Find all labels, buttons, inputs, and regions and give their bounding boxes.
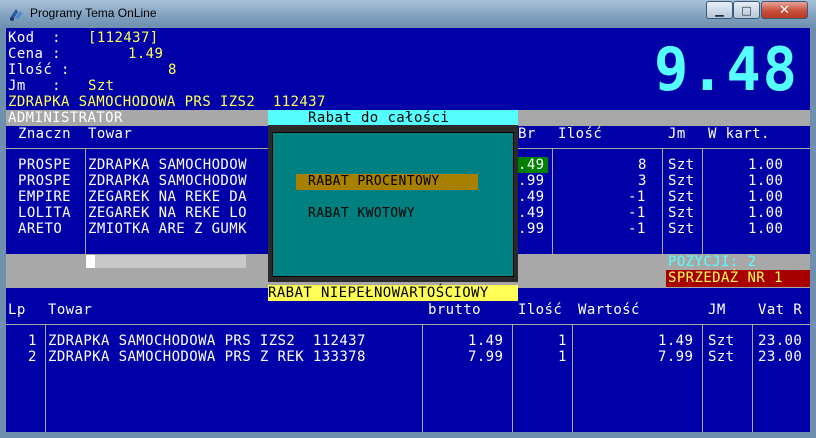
col-sep xyxy=(702,324,703,432)
pozycji-count: POZYCJI: 2 xyxy=(668,254,757,270)
close-button[interactable]: ✕ xyxy=(761,1,808,19)
row-ilosc: -1 xyxy=(628,189,646,205)
col-brutto-header: brutto xyxy=(428,302,481,318)
ilosc-label: Ilość : xyxy=(8,62,70,78)
row-lp: 1 xyxy=(28,333,37,349)
row-ilosc: 8 xyxy=(638,157,647,173)
col-jm-header: JM xyxy=(708,302,726,318)
row-wkart: 1.00 xyxy=(748,189,784,205)
col-sep xyxy=(45,324,46,432)
ilosc-value: 8 xyxy=(168,62,177,78)
row-znaczn: LOLITA xyxy=(18,205,71,221)
col-towar-header: Towar xyxy=(88,126,133,142)
row-br: .49 xyxy=(518,205,545,221)
scrollbar-thumb[interactable] xyxy=(86,255,95,268)
col-sep xyxy=(702,148,703,254)
col-znaczn-header: Znaczn xyxy=(18,126,71,142)
row-wkart: 1.00 xyxy=(748,173,784,189)
dialog-title: Rabat do całości xyxy=(308,110,450,126)
col-sep xyxy=(752,324,753,432)
row-ilosc: -1 xyxy=(628,221,646,237)
row-jm: Szt xyxy=(668,221,695,237)
row-wartosc: 7.99 xyxy=(658,349,694,365)
option-rabat-niepelnowartosciowy[interactable]: RABAT NIEPEŁNOWARTOŚCIOWY xyxy=(268,285,489,301)
row-jm: Szt xyxy=(668,189,695,205)
option-rabat-procentowy[interactable]: RABAT PROCENTOWY xyxy=(308,174,440,190)
row-towar: ZDRAPKA SAMOCHODOWA PRS IZS2 112437 xyxy=(48,333,366,349)
col-sep xyxy=(512,324,513,432)
window-title: Programy Tema OnLine xyxy=(30,6,157,20)
row-jm: Szt xyxy=(668,205,695,221)
dialog-body xyxy=(272,132,514,277)
col-jm-header: Jm xyxy=(668,126,686,142)
close-icon: ✕ xyxy=(779,2,790,18)
col-lp-header: Lp xyxy=(8,302,26,318)
col-vat-header: Vat R xyxy=(758,302,803,318)
maximize-button[interactable]: □ xyxy=(733,1,760,19)
lower-table-divider xyxy=(6,324,810,325)
col-sep xyxy=(552,148,553,254)
row-towar: ZDRAPKA SAMOCHODOW xyxy=(88,173,247,189)
horizontal-scrollbar[interactable] xyxy=(86,255,246,268)
row-wartosc: 1.49 xyxy=(658,333,694,349)
row-vat: 23.00 xyxy=(758,349,803,365)
col-br-header: Br xyxy=(518,126,536,142)
product-name: ZDRAPKA SAMOCHODOWA PRS IZS2 112437 xyxy=(8,94,326,110)
row-brutto: 1.49 xyxy=(468,333,504,349)
row-jm: Szt xyxy=(708,349,735,365)
row-towar: ZEGAREK NA REKE DA xyxy=(88,189,247,205)
sale-number: SPRZEDAŻ NR 1 xyxy=(668,270,783,286)
option-rabat-kwotowy[interactable]: RABAT KWOTOWY xyxy=(308,206,415,222)
kod-value: [112437] xyxy=(88,30,159,46)
row-wkart: 1.00 xyxy=(748,157,784,173)
col-wkart-header: W kart. xyxy=(708,126,770,142)
row-znaczn: PROSPE xyxy=(18,157,71,173)
row-br: .49 xyxy=(518,157,545,173)
title-bar[interactable]: Programy Tema OnLine ▁ □ ✕ xyxy=(0,0,816,28)
total-display: 9.48 xyxy=(654,35,799,105)
cena-value: 1.49 xyxy=(128,46,164,62)
row-br: .99 xyxy=(518,221,545,237)
user-name: ADMINISTRATOR xyxy=(8,110,123,126)
col-ilosc-header: Ilość xyxy=(558,126,603,142)
col-wartosc-header: Wartość xyxy=(578,302,640,318)
row-br: .99 xyxy=(518,173,545,189)
row-jm: Szt xyxy=(708,333,735,349)
app-window: Programy Tema OnLine ▁ □ ✕ Kod : [112437… xyxy=(0,0,816,438)
row-wkart: 1.00 xyxy=(748,221,784,237)
row-towar: ZDRAPKA SAMOCHODOW xyxy=(88,157,247,173)
row-ilosc: 1 xyxy=(558,349,567,365)
minimize-button[interactable]: ▁ xyxy=(706,1,733,19)
jm-value: Szt xyxy=(88,78,115,94)
row-ilosc: -1 xyxy=(628,205,646,221)
row-znaczn: EMPIRE xyxy=(18,189,71,205)
row-ilosc: 3 xyxy=(638,173,647,189)
jm-label: Jm : xyxy=(8,78,61,94)
row-jm: Szt xyxy=(668,173,695,189)
col-towar-header: Towar xyxy=(48,302,93,318)
row-wkart: 1.00 xyxy=(748,205,784,221)
row-znaczn: ARETO xyxy=(18,221,63,237)
row-brutto: 7.99 xyxy=(468,349,504,365)
col-sep xyxy=(85,148,86,254)
row-lp: 2 xyxy=(28,349,37,365)
row-br: .49 xyxy=(518,189,545,205)
app-icon xyxy=(10,9,22,21)
cena-label: Cena : xyxy=(8,46,61,62)
minimize-icon: ▁ xyxy=(715,3,724,17)
row-znaczn: PROSPE xyxy=(18,173,71,189)
row-towar: ZDRAPKA SAMOCHODOWA PRS Z REK 133378 xyxy=(48,349,366,365)
col-ilosc-header: Ilość xyxy=(518,302,563,318)
maximize-icon: □ xyxy=(741,3,752,17)
col-sep xyxy=(662,148,663,254)
kod-label: Kod : xyxy=(8,30,61,46)
row-vat: 23.00 xyxy=(758,333,803,349)
col-sep xyxy=(572,324,573,432)
console-area[interactable]: Kod : [112437] Cena : 1.49 Ilość : 8 Jm … xyxy=(6,28,810,432)
row-towar: ZMIOTKA ARE Z GUMK xyxy=(88,221,247,237)
row-ilosc: 1 xyxy=(558,333,567,349)
col-sep xyxy=(422,324,423,432)
row-jm: Szt xyxy=(668,157,695,173)
row-towar: ZEGAREK NA REKE LO xyxy=(88,205,247,221)
